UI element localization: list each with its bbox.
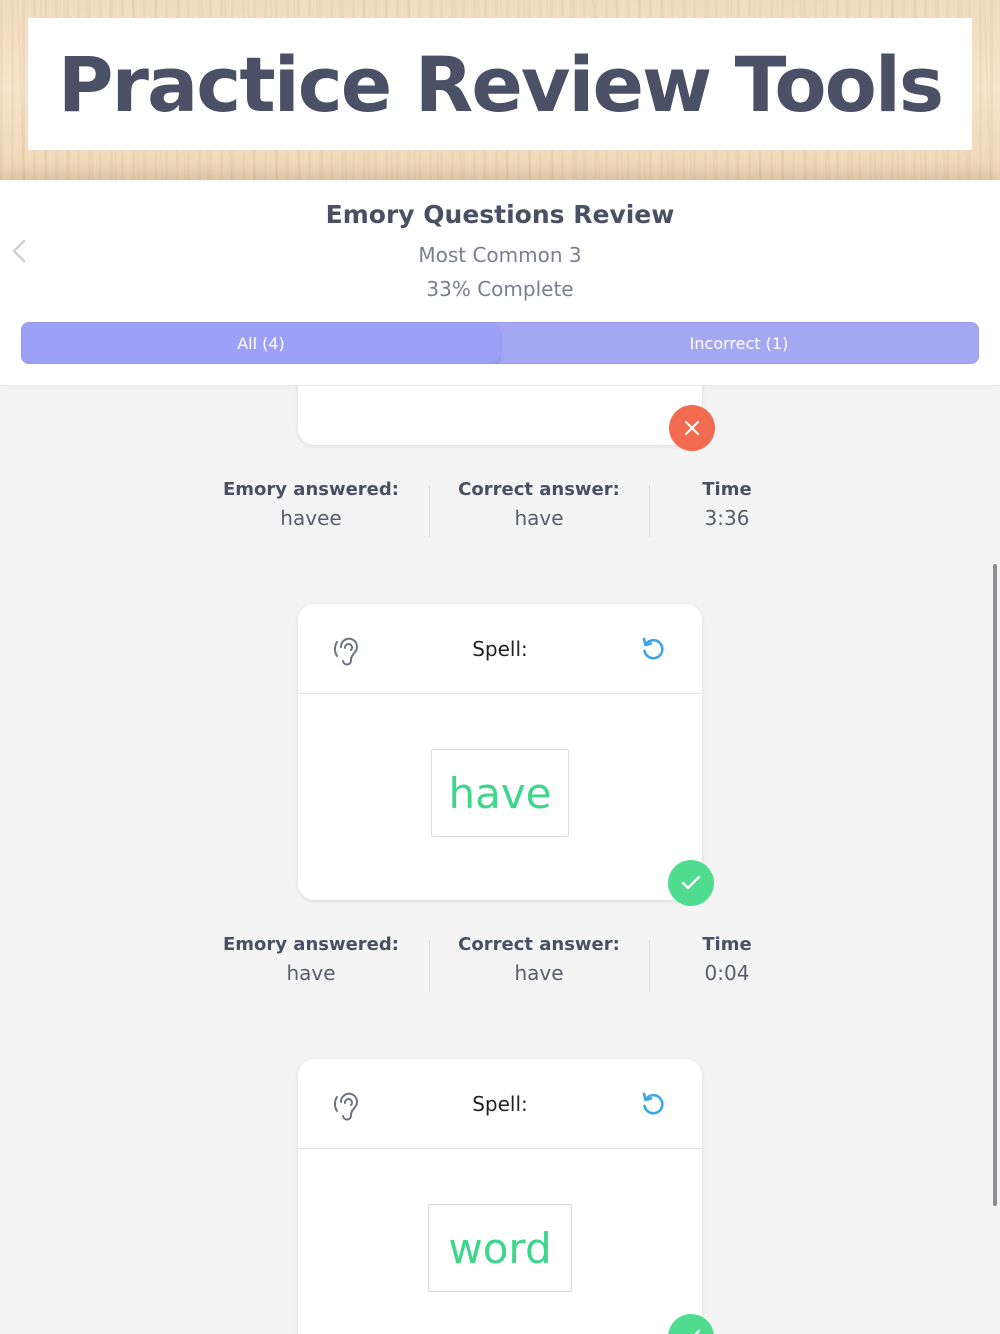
page-title: Emory Questions Review — [325, 200, 675, 229]
checkmark-icon — [694, 1329, 701, 1334]
answered-stat: Emory answered: have — [201, 934, 421, 985]
card-body: word — [298, 1149, 702, 1334]
replay-icon[interactable] — [640, 1091, 666, 1117]
correct-value: have — [514, 961, 564, 985]
answer-stats: Emory answered: have Correct answer: hav… — [0, 934, 1000, 992]
correct-label: Correct answer: — [458, 934, 620, 955]
answer-stats: Emory answered: havee Correct answer: ha… — [0, 479, 1000, 537]
answered-label: Emory answered: — [223, 479, 399, 500]
time-stat: Time 3:36 — [617, 479, 837, 530]
time-value: 0:04 — [704, 961, 750, 985]
time-label: Time — [702, 934, 752, 955]
banner-card: Practice Review Tools — [28, 18, 972, 150]
banner-title: Practice Review Tools — [57, 39, 944, 129]
correct-badge — [668, 860, 714, 906]
answered-value: havee — [280, 506, 342, 530]
answered-value: have — [286, 961, 336, 985]
card-body: have — [298, 694, 702, 899]
answered-stat: Emory answered: havee — [201, 479, 421, 530]
filter-segmented-control: All (4) Incorrect (1) — [21, 322, 979, 364]
page-subtitle: Most Common 3 — [418, 243, 582, 267]
incorrect-badge — [669, 405, 715, 451]
replay-icon[interactable] — [640, 636, 666, 662]
question-card — [298, 386, 702, 445]
close-icon — [685, 421, 699, 435]
question-card: Spell: have — [298, 604, 702, 900]
correct-label: Correct answer: — [458, 479, 620, 500]
spelled-word: have — [431, 749, 569, 837]
correct-stat: Correct answer: have — [429, 934, 649, 985]
scrollbar[interactable] — [993, 564, 997, 1206]
ear-icon[interactable] — [332, 1089, 362, 1121]
time-label: Time — [702, 479, 752, 500]
correct-stat: Correct answer: have — [429, 479, 649, 530]
spelled-word: word — [428, 1204, 572, 1292]
checkmark-icon — [681, 875, 701, 890]
tab-incorrect[interactable]: Incorrect (1) — [500, 323, 978, 363]
correct-value: have — [514, 506, 564, 530]
review-header: Emory Questions Review Most Common 3 33%… — [0, 180, 1000, 386]
answered-label: Emory answered: — [223, 934, 399, 955]
card-header: Spell: — [298, 1059, 702, 1149]
tab-all[interactable]: All (4) — [22, 323, 500, 363]
ear-icon[interactable] — [332, 634, 362, 666]
progress-text: 33% Complete — [426, 277, 574, 301]
question-list[interactable]: Emory answered: havee Correct answer: ha… — [0, 386, 1000, 1334]
time-value: 3:36 — [704, 506, 750, 530]
card-prompt: Spell: — [472, 636, 528, 661]
question-card: Spell: word — [298, 1059, 702, 1334]
banner: Practice Review Tools — [0, 0, 1000, 180]
card-header: Spell: — [298, 604, 702, 694]
card-prompt: Spell: — [472, 1091, 528, 1116]
time-stat: Time 0:04 — [617, 934, 837, 985]
